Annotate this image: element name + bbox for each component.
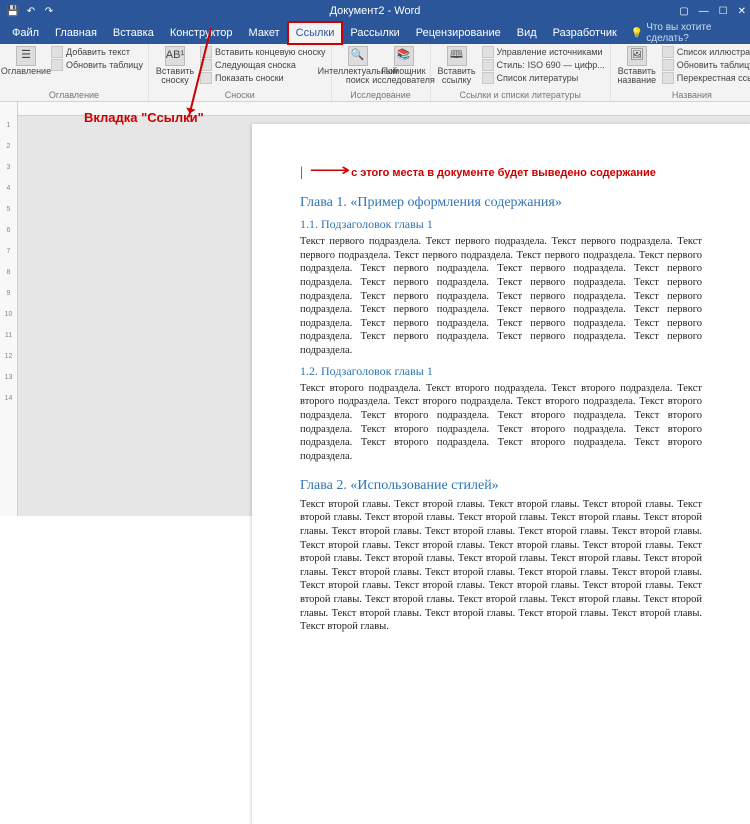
heading-1-ch2: Глава 2. «Использование стилей» [300, 478, 702, 494]
cross-ref-icon [662, 72, 674, 84]
figures-list-icon [662, 46, 674, 58]
maximize-icon[interactable]: ☐ [719, 6, 728, 17]
annotation-toc-note: с этого места в документе будет выведено… [351, 167, 656, 179]
paragraph-1-2: Текст второго подраздела. Текст второго … [300, 382, 702, 464]
add-text-icon [51, 46, 63, 58]
bibliography-icon [482, 72, 494, 84]
heading-2-1-2: 1.2. Подзаголовок главы 1 [300, 364, 702, 379]
show-notes-button[interactable]: Показать сноски [200, 72, 326, 84]
tab-mailings[interactable]: Рассылки [342, 22, 407, 44]
toc-button[interactable]: ☰ Оглавление [5, 46, 47, 76]
next-footnote-button[interactable]: Следующая сноска [200, 59, 326, 71]
window-title: Документ2 - Word [330, 5, 421, 17]
group-research-label: Исследование [337, 89, 425, 100]
tab-home[interactable]: Главная [47, 22, 105, 44]
workspace: 1 2 3 4 5 6 7 8 9 10 11 12 13 14 | ⟶ с э… [0, 102, 750, 516]
insert-caption-button[interactable]: 🖼 Вставить название [616, 46, 658, 86]
update-icon [51, 59, 63, 71]
minimize-icon[interactable]: — [699, 6, 709, 17]
ruler-vertical[interactable]: 1 2 3 4 5 6 7 8 9 10 11 12 13 14 [0, 102, 18, 516]
citation-icon: 🕮 [447, 46, 467, 66]
group-footnotes-label: Сноски [154, 89, 326, 100]
tab-developer[interactable]: Разработчик [545, 22, 625, 44]
group-footnotes: AB¹ Вставить сноску Вставить концевую сн… [149, 44, 332, 101]
group-captions: 🖼 Вставить название Список иллюстраций О… [611, 44, 750, 101]
tab-layout[interactable]: Макет [241, 22, 288, 44]
title-bar: 💾 ↶ ↷ Документ2 - Word ▢ — ☐ ✕ [0, 0, 750, 22]
caption-icon: 🖼 [627, 46, 647, 66]
group-citations-label: Ссылки и списки литературы [436, 89, 605, 100]
insert-footnote-button[interactable]: AB¹ Вставить сноску [154, 46, 196, 86]
bulb-icon: 💡 [631, 28, 643, 39]
show-notes-icon [200, 72, 212, 84]
group-citations: 🕮 Вставить ссылку Управление источниками… [431, 44, 611, 101]
style-icon [482, 59, 494, 71]
ribbon-tabs: Файл Главная Вставка Конструктор Макет С… [0, 22, 750, 44]
update-figures-button[interactable]: Обновить таблицу [662, 59, 750, 71]
undo-icon[interactable]: ↶ [24, 4, 38, 18]
update-toc-button[interactable]: Обновить таблицу [51, 59, 143, 71]
citation-style-dropdown[interactable]: Стиль: ISO 690 — цифр... [482, 59, 605, 71]
tab-references[interactable]: Ссылки [288, 22, 343, 44]
group-captions-label: Названия [616, 89, 750, 100]
researcher-icon: 📚 [394, 46, 414, 66]
add-text-button[interactable]: Добавить текст [51, 46, 143, 58]
tell-me-search[interactable]: 💡 Что вы хотите сделать? [631, 22, 750, 44]
redo-icon[interactable]: ↷ [42, 4, 56, 18]
insert-citation-button[interactable]: 🕮 Вставить ссылку [436, 46, 478, 86]
group-research: 🔍 Интеллектуальный поиск 📚 Помощник иссл… [332, 44, 431, 101]
tell-me-placeholder: Что вы хотите сделать? [646, 22, 750, 44]
update-figures-icon [662, 59, 674, 71]
cross-reference-button[interactable]: Перекрестная ссылка [662, 72, 750, 84]
ribbon: ☰ Оглавление Добавить текст Обновить таб… [0, 44, 750, 102]
text-cursor-icon: | [300, 165, 303, 180]
left-gutter [18, 102, 252, 516]
cursor-and-note-row: | ⟶ с этого места в документе будет выве… [300, 160, 702, 181]
footnote-icon: AB¹ [165, 46, 185, 66]
ribbon-options-icon[interactable]: ▢ [679, 6, 688, 17]
heading-1-ch1: Глава 1. «Пример оформления содержания» [300, 195, 702, 211]
save-icon[interactable]: 💾 [6, 4, 20, 18]
smart-lookup-icon: 🔍 [348, 46, 368, 66]
document-page[interactable]: | ⟶ с этого места в документе будет выве… [252, 124, 750, 824]
page-column: | ⟶ с этого места в документе будет выве… [252, 102, 750, 516]
group-toc-label: Оглавление [5, 89, 143, 100]
tab-insert[interactable]: Вставка [105, 22, 162, 44]
manage-sources-button[interactable]: Управление источниками [482, 46, 605, 58]
heading-2-1-1: 1.1. Подзаголовок главы 1 [300, 217, 702, 232]
paragraph-1-1: Текст первого подраздела. Текст первого … [300, 235, 702, 358]
toc-icon: ☰ [16, 46, 36, 66]
window-controls: ▢ — ☐ ✕ [679, 6, 746, 17]
tab-view[interactable]: Вид [509, 22, 545, 44]
tab-review[interactable]: Рецензирование [408, 22, 509, 44]
tab-design[interactable]: Конструктор [162, 22, 241, 44]
bibliography-button[interactable]: Список литературы [482, 72, 605, 84]
quick-access-toolbar: 💾 ↶ ↷ [6, 4, 56, 18]
researcher-button[interactable]: 📚 Помощник исследователя [383, 46, 425, 86]
group-toc: ☰ Оглавление Добавить текст Обновить таб… [0, 44, 149, 101]
annotation-arrow-icon: ⟶ [309, 160, 350, 181]
annotation-tab-callout: Вкладка "Ссылки" [84, 110, 204, 125]
close-icon[interactable]: ✕ [738, 6, 746, 17]
manage-sources-icon [482, 46, 494, 58]
tab-file[interactable]: Файл [4, 22, 47, 44]
insert-endnote-button[interactable]: Вставить концевую сноску [200, 46, 326, 58]
table-of-figures-button[interactable]: Список иллюстраций [662, 46, 750, 58]
paragraph-2: Текст второй главы. Текст второй главы. … [300, 498, 702, 634]
